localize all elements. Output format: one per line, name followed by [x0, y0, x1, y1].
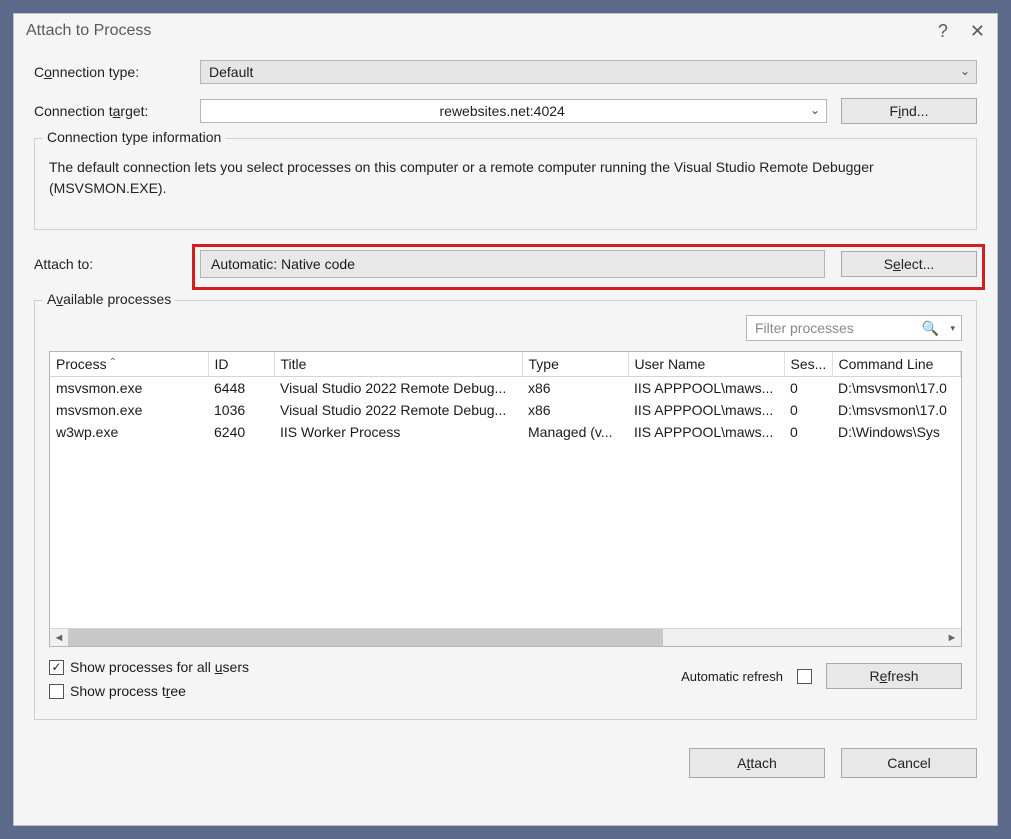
cancel-button[interactable]: Cancel — [841, 748, 977, 778]
select-button[interactable]: Select... — [841, 251, 977, 277]
connection-target-input[interactable]: rewebsites.net:4024 ⌄ — [200, 99, 827, 123]
chevron-down-icon[interactable]: ▾ — [950, 323, 955, 334]
cell-cmd: D:\Windows\Sys — [832, 421, 961, 443]
automatic-refresh-checkbox[interactable] — [797, 669, 812, 684]
table-row[interactable]: w3wp.exe6240IIS Worker ProcessManaged (v… — [50, 421, 961, 443]
cell-ses: 0 — [784, 421, 832, 443]
cell-ses: 0 — [784, 399, 832, 421]
col-session[interactable]: Ses... — [784, 352, 832, 377]
connection-info-group: Connection type information The default … — [34, 138, 977, 230]
automatic-refresh-label: Automatic refresh — [681, 669, 783, 684]
col-user[interactable]: User Name — [628, 352, 784, 377]
attach-button[interactable]: Attach — [689, 748, 825, 778]
horizontal-scrollbar[interactable]: ◄ ► — [50, 628, 961, 646]
available-processes-legend: Available processes — [43, 291, 175, 307]
cell-title: Visual Studio 2022 Remote Debug... — [274, 399, 522, 421]
connection-info-legend: Connection type information — [43, 129, 225, 145]
chevron-down-icon: ⌄ — [960, 64, 970, 78]
available-processes-group: Available processes Filter processes 🔍 ▾ — [34, 300, 977, 720]
cell-id: 1036 — [208, 399, 274, 421]
show-process-tree-label: Show process tree — [70, 683, 186, 699]
cell-type: Managed (v... — [522, 421, 628, 443]
scroll-thumb[interactable] — [68, 629, 663, 646]
scroll-left-icon[interactable]: ◄ — [50, 632, 68, 644]
connection-target-value: rewebsites.net:4024 — [440, 103, 565, 119]
cell-process: msvsmon.exe — [50, 377, 208, 400]
cell-cmd: D:\msvsmon\17.0 — [832, 377, 961, 400]
cell-user: IIS APPPOOL\maws... — [628, 421, 784, 443]
col-title[interactable]: Title — [274, 352, 522, 377]
show-process-tree-checkbox[interactable] — [49, 684, 64, 699]
chevron-down-icon[interactable]: ⌄ — [810, 103, 820, 117]
cell-user: IIS APPPOOL\maws... — [628, 377, 784, 400]
cell-type: x86 — [522, 399, 628, 421]
attach-to-value: Automatic: Native code — [200, 250, 825, 278]
cell-type: x86 — [522, 377, 628, 400]
cell-process: w3wp.exe — [50, 421, 208, 443]
cell-cmd: D:\msvsmon\17.0 — [832, 399, 961, 421]
connection-type-label: Connection type: — [34, 64, 200, 80]
close-icon[interactable]: ✕ — [970, 22, 985, 40]
filter-processes-input[interactable]: Filter processes 🔍 ▾ — [746, 315, 962, 341]
col-type[interactable]: Type — [522, 352, 628, 377]
cell-process: msvsmon.exe — [50, 399, 208, 421]
find-button[interactable]: Find... — [841, 98, 977, 124]
filter-placeholder: Filter processes — [755, 320, 854, 336]
scroll-right-icon[interactable]: ► — [943, 632, 961, 644]
table-row[interactable]: msvsmon.exe1036Visual Studio 2022 Remote… — [50, 399, 961, 421]
connection-type-value: Default — [209, 64, 253, 80]
show-all-users-checkbox[interactable]: ✓ — [49, 660, 64, 675]
refresh-button[interactable]: Refresh — [826, 663, 962, 689]
titlebar: Attach to Process ? ✕ — [14, 14, 997, 46]
attach-to-process-dialog: Attach to Process ? ✕ Connection type: D… — [13, 13, 998, 826]
col-id[interactable]: ID — [208, 352, 274, 377]
show-all-users-label: Show processes for all users — [70, 659, 249, 675]
attach-to-label: Attach to: — [34, 256, 200, 272]
help-icon[interactable]: ? — [938, 22, 948, 40]
processes-table[interactable]: Process ID Title Type User Name Ses... C… — [49, 351, 962, 647]
col-cmd[interactable]: Command Line — [832, 352, 961, 377]
connection-target-label: Connection target: — [34, 103, 200, 119]
connection-info-text: The default connection lets you select p… — [49, 157, 962, 199]
connection-type-dropdown[interactable]: Default ⌄ — [200, 60, 977, 84]
table-row[interactable]: msvsmon.exe6448Visual Studio 2022 Remote… — [50, 377, 961, 400]
cell-ses: 0 — [784, 377, 832, 400]
search-icon: 🔍 — [922, 320, 939, 337]
window-title: Attach to Process — [26, 22, 151, 40]
cell-title: IIS Worker Process — [274, 421, 522, 443]
cell-id: 6448 — [208, 377, 274, 400]
col-process[interactable]: Process — [50, 352, 208, 377]
cell-title: Visual Studio 2022 Remote Debug... — [274, 377, 522, 400]
cell-user: IIS APPPOOL\maws... — [628, 399, 784, 421]
cell-id: 6240 — [208, 421, 274, 443]
